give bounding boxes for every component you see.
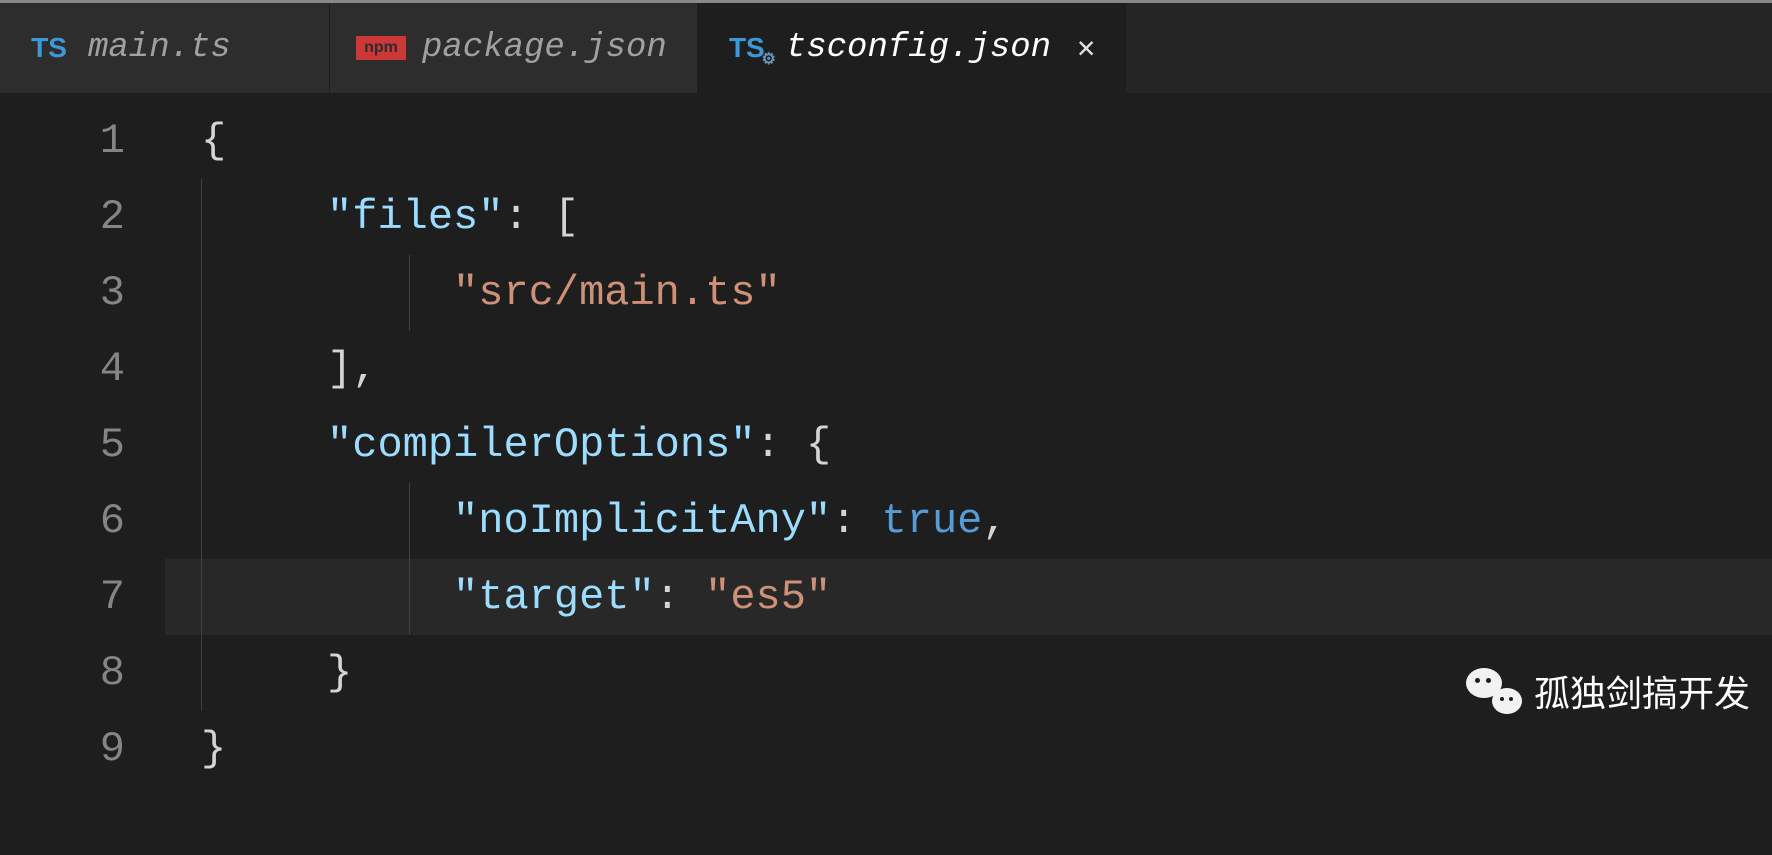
code-line: "compilerOptions": { (165, 407, 1772, 483)
tab-package-json[interactable]: npm package.json (330, 3, 698, 93)
code-line: "noImplicitAny": true, (165, 483, 1772, 559)
watermark: 孤独剑搞开发 (1466, 665, 1750, 717)
line-number: 1 (0, 103, 165, 179)
watermark-text: 孤独剑搞开发 (1534, 665, 1750, 717)
code-line: "src/main.ts" (165, 255, 1772, 331)
code-line: { (165, 103, 1772, 179)
line-number: 3 (0, 255, 165, 331)
line-number: 6 (0, 483, 165, 559)
close-icon[interactable]: ✕ (1077, 30, 1095, 67)
code-line: ], (165, 331, 1772, 407)
line-number-gutter: 1 2 3 4 5 6 7 8 9 (0, 93, 165, 787)
code-line: "files": [ (165, 179, 1772, 255)
tab-main-ts[interactable]: TS main.ts (0, 3, 330, 93)
line-number: 2 (0, 179, 165, 255)
line-number: 4 (0, 331, 165, 407)
tab-label: tsconfig.json (786, 29, 1051, 67)
wechat-icon (1466, 668, 1522, 714)
tsconfig-icon: TS (724, 33, 770, 63)
tab-bar: TS main.ts npm package.json TS tsconfig.… (0, 3, 1772, 93)
npm-icon: npm (356, 36, 406, 60)
line-number: 9 (0, 711, 165, 787)
tab-label: main.ts (88, 29, 231, 67)
code-line: } (165, 711, 1772, 787)
typescript-icon: TS (26, 33, 72, 63)
tab-label: package.json (422, 29, 667, 67)
tab-tsconfig-json[interactable]: TS tsconfig.json ✕ (698, 3, 1126, 93)
line-number: 8 (0, 635, 165, 711)
line-number: 7 (0, 559, 165, 635)
code-line-current: "target": "es5" (165, 559, 1772, 635)
line-number: 5 (0, 407, 165, 483)
